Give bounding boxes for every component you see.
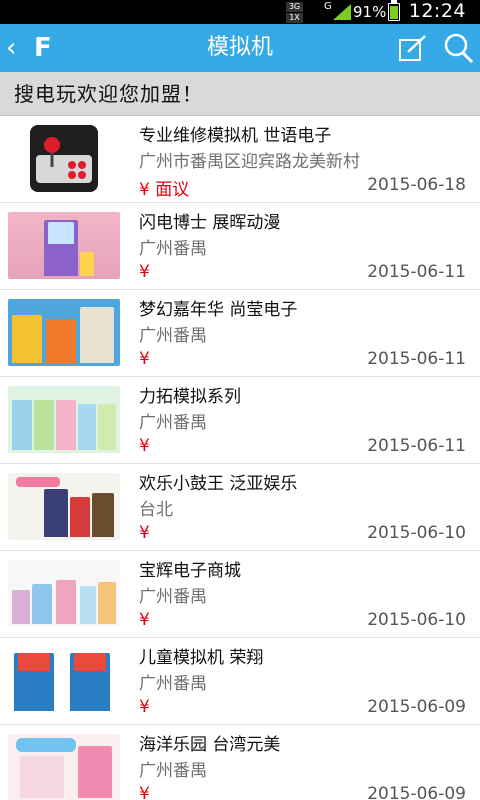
item-location: 广州番禺 [139,587,207,607]
welcome-banner[interactable]: 搜电玩欢迎您加盟！ [0,72,480,116]
banner-text: 搜电玩欢迎您加盟！ [14,82,203,106]
item-location: 台北 [139,500,173,520]
item-thumbnail [8,734,120,800]
list-item[interactable]: 专业维修模拟机 世语电子 广州市番禺区迎宾路龙美新村 ¥ 面议 2015-06-… [0,116,480,203]
item-price: ¥ [139,784,150,800]
item-date: 2015-06-18 [367,175,466,195]
item-title: 闪电博士 展晖动漫 [139,213,281,233]
joystick-thumbnail [30,125,98,192]
item-price: ¥ [139,262,150,282]
list-item[interactable]: 闪电博士 展晖动漫 广州番禺 ¥ 2015-06-11 [0,203,480,290]
edit-icon[interactable] [398,34,428,62]
item-title: 专业维修模拟机 世语电子 [139,126,332,146]
list-item[interactable]: 欢乐小鼓王 泛亚娱乐 台北 ¥ 2015-06-10 [0,464,480,551]
item-title: 欢乐小鼓王 泛亚娱乐 [139,474,298,494]
item-thumbnail [8,386,120,453]
item-thumbnail [8,212,120,279]
item-price: ¥ [139,697,150,717]
item-date: 2015-06-11 [367,436,466,456]
item-title: 力拓模拟系列 [139,387,241,407]
item-date: 2015-06-09 [367,697,466,717]
item-location: 广州番禺 [139,674,207,694]
network-top-label: 3G [286,2,303,12]
item-title: 海洋乐园 台湾元美 [139,735,281,755]
list-item[interactable]: 力拓模拟系列 广州番禺 ¥ 2015-06-11 [0,377,480,464]
item-location: 广州番禺 [139,239,207,259]
search-icon[interactable] [442,32,474,64]
item-location: 广州番禺 [139,413,207,433]
item-title: 儿童模拟机 荣翔 [139,648,264,668]
item-date: 2015-06-11 [367,262,466,282]
list-item[interactable]: 梦幻嘉年华 尚莹电子 广州番禺 ¥ 2015-06-11 [0,290,480,377]
item-price: ¥ [139,523,150,543]
status-bar: 3G 1X G 91% 12:24 [0,0,480,24]
item-date: 2015-06-10 [367,610,466,630]
item-price: ¥ [139,610,150,630]
item-date: 2015-06-09 [367,784,466,800]
signal-icon [333,4,351,20]
product-list: 专业维修模拟机 世语电子 广州市番禺区迎宾路龙美新村 ¥ 面议 2015-06-… [0,116,480,800]
item-price: ¥ [139,436,150,456]
item-thumbnail [8,299,120,366]
battery-percent: 91% [353,3,387,21]
item-price: ¥ [139,349,150,369]
item-date: 2015-06-11 [367,349,466,369]
item-thumbnail [8,560,120,627]
item-location: 广州市番禺区迎宾路龙美新村 [139,152,360,172]
item-thumbnail [8,647,120,714]
signal-type-label: G [324,1,332,12]
item-thumbnail [8,473,120,540]
network-indicator: 3G 1X [286,2,303,23]
item-title: 宝辉电子商城 [139,561,241,581]
item-date: 2015-06-10 [367,523,466,543]
app-bar: ‹ F 模拟机 [0,24,480,72]
list-item[interactable]: 儿童模拟机 荣翔 广州番禺 ¥ 2015-06-09 [0,638,480,725]
list-item[interactable]: 宝辉电子商城 广州番禺 ¥ 2015-06-10 [0,551,480,638]
list-item[interactable]: 海洋乐园 台湾元美 广州番禺 ¥ 2015-06-09 [0,725,480,800]
item-location: 广州番禺 [139,326,207,346]
clock: 12:24 [408,0,466,22]
item-title: 梦幻嘉年华 尚莹电子 [139,300,298,320]
item-price: ¥ 面议 [139,180,190,200]
network-bottom-label: 1X [286,13,303,23]
item-location: 广州番禺 [139,761,207,781]
battery-icon [388,0,400,21]
